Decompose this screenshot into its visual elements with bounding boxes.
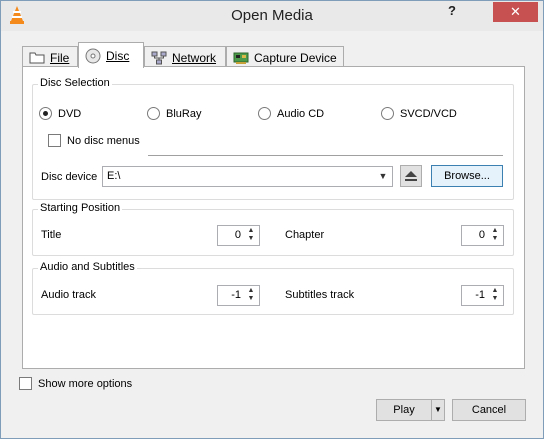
radio-dvd-label: DVD [58, 107, 82, 120]
help-button[interactable]: ? [441, 3, 463, 23]
radio-svcd-vcd-label: SVCD/VCD [400, 107, 457, 120]
title-label: Title [41, 229, 62, 241]
tab-network[interactable]: Network [144, 46, 226, 68]
folder-icon [29, 52, 45, 64]
chevron-down-icon[interactable]: ▼ [376, 169, 390, 184]
tab-disc[interactable]: Disc [78, 42, 144, 68]
disc-selection-group: Disc Selection DVD BluRay Audio CD SVCD/… [32, 77, 514, 200]
spin-arrows[interactable]: ▲ ▼ [244, 287, 258, 304]
radio-dvd[interactable]: DVD [39, 107, 81, 120]
show-more-options-label: Show more options [38, 377, 133, 390]
subtitles-track-label: Subtitles track [285, 289, 355, 301]
no-disc-menus-checkbox[interactable]: No disc menus [48, 134, 140, 147]
audio-track-label: Audio track [41, 289, 97, 301]
subtitles-track-spinbox[interactable]: -1 ▲ ▼ [461, 285, 504, 306]
open-media-dialog: Open Media ? ✕ File Disc Network Capture… [0, 0, 544, 439]
disc-device-value: E:\ [107, 170, 121, 182]
eject-icon [405, 171, 417, 181]
play-button[interactable]: Play [376, 399, 432, 421]
audio-track-spinbox[interactable]: -1 ▲ ▼ [217, 285, 260, 306]
no-disc-menus-box[interactable] [48, 134, 61, 147]
tab-file[interactable]: File [22, 46, 78, 68]
title-value: 0 [234, 229, 241, 241]
audio-subtitles-title: Audio and Subtitles [38, 261, 137, 273]
spin-up-icon[interactable]: ▲ [488, 287, 502, 295]
audio-track-value: -1 [231, 289, 241, 301]
starting-position-group: Starting Position Title 0 ▲ ▼ Chapter 0 … [32, 202, 514, 256]
no-disc-menus-label: No disc menus [67, 134, 140, 147]
spin-arrows[interactable]: ▲ ▼ [488, 287, 502, 304]
spin-arrows[interactable]: ▲ ▼ [244, 227, 258, 244]
spin-down-icon[interactable]: ▼ [244, 235, 258, 243]
spin-up-icon[interactable]: ▲ [244, 287, 258, 295]
play-dropdown-button[interactable]: ▼ [431, 399, 445, 421]
cancel-button[interactable]: Cancel [452, 399, 526, 421]
tab-capture-device-label: Capture Device [254, 50, 337, 65]
spin-arrows[interactable]: ▲ ▼ [488, 227, 502, 244]
radio-svcd-vcd-circle[interactable] [381, 107, 394, 120]
chapter-value: 0 [478, 229, 485, 241]
show-more-options-check[interactable] [19, 377, 32, 390]
tab-network-label: Network [172, 50, 217, 65]
disc-device-combo[interactable]: E:\ ▼ [102, 166, 393, 187]
spin-up-icon[interactable]: ▲ [244, 227, 258, 235]
radio-dvd-circle[interactable] [39, 107, 52, 120]
browse-button[interactable]: Browse... [431, 165, 503, 187]
network-icon [151, 51, 167, 64]
radio-bluray-label: BluRay [166, 107, 202, 120]
tab-disc-label: Disc [106, 48, 130, 63]
capture-card-icon [233, 52, 249, 64]
close-button[interactable]: ✕ [493, 2, 538, 22]
spin-down-icon[interactable]: ▼ [244, 295, 258, 303]
disc-device-label: Disc device [41, 171, 98, 183]
spin-up-icon[interactable]: ▲ [488, 227, 502, 235]
tab-capture-device[interactable]: Capture Device [226, 46, 344, 68]
audio-subtitles-group: Audio and Subtitles Audio track -1 ▲ ▼ S… [32, 261, 514, 315]
chapter-spinbox[interactable]: 0 ▲ ▼ [461, 225, 504, 246]
chevron-down-icon: ▼ [434, 405, 442, 414]
radio-audio-cd-label: Audio CD [277, 107, 325, 120]
spin-down-icon[interactable]: ▼ [488, 295, 502, 303]
radio-bluray[interactable]: BluRay [147, 107, 201, 120]
disc-selection-title: Disc Selection [38, 77, 112, 89]
show-more-options-box[interactable] [19, 377, 32, 390]
eject-button[interactable] [400, 165, 422, 187]
radio-audio-cd[interactable]: Audio CD [258, 107, 324, 120]
radio-audio-cd-circle[interactable] [258, 107, 271, 120]
title-bar: Open Media ? ✕ [1, 1, 543, 31]
starting-position-title: Starting Position [38, 202, 123, 214]
disc-icon [85, 48, 101, 63]
chapter-label: Chapter [285, 229, 325, 241]
tab-file-label: File [50, 50, 70, 65]
title-spinbox[interactable]: 0 ▲ ▼ [217, 225, 260, 246]
subtitles-track-value: -1 [475, 289, 485, 301]
show-more-options-checkbox[interactable]: Show more options [19, 377, 132, 390]
radio-bluray-circle[interactable] [147, 107, 160, 120]
spin-down-icon[interactable]: ▼ [488, 235, 502, 243]
divider [148, 155, 503, 156]
disc-tab-panel: Disc Selection DVD BluRay Audio CD SVCD/… [22, 66, 525, 369]
radio-svcd-vcd[interactable]: SVCD/VCD [381, 107, 457, 120]
